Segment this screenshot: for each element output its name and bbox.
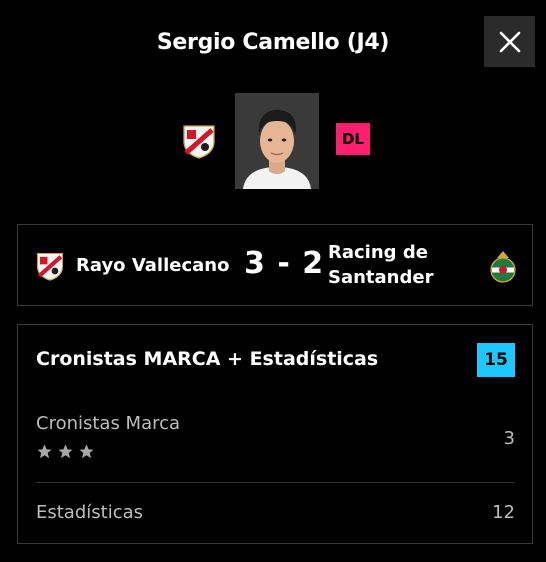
star-icon xyxy=(37,444,52,459)
match-score: 3 - 2 xyxy=(244,246,325,281)
position-badge: DL xyxy=(336,123,370,155)
score-breakdown-title: Cronistas MARCA + Estadísticas xyxy=(36,348,379,370)
estadisticas-value: 12 xyxy=(492,502,515,523)
cronistas-label: Cronistas Marca xyxy=(36,413,181,434)
home-team-name: Rayo Vallecano xyxy=(76,255,230,276)
close-icon xyxy=(499,31,520,52)
away-team-name-line2: Santander xyxy=(328,267,434,288)
player-photo xyxy=(235,93,319,189)
score-breakdown: Cronistas MARCA + Estadísticas 15 Cronis… xyxy=(17,324,533,544)
total-points-badge: 15 xyxy=(477,343,515,377)
star-icon xyxy=(58,444,73,459)
away-team-crest xyxy=(490,251,516,283)
estadisticas-label: Estadísticas xyxy=(36,502,144,523)
away-team-name-line1: Racing de xyxy=(328,242,428,263)
away-team-name: Racing de Santander xyxy=(328,240,468,290)
star-icon xyxy=(79,444,94,459)
cronistas-value: 3 xyxy=(503,428,515,449)
match-result: Rayo Vallecano 3 - 2 Racing de Santander xyxy=(17,224,533,306)
cronistas-stars xyxy=(36,443,95,460)
close-button[interactable] xyxy=(484,16,535,67)
player-header: DL xyxy=(0,93,546,189)
divider xyxy=(36,482,515,483)
page-title: Sergio Camello (J4) xyxy=(156,30,390,55)
home-team-crest xyxy=(36,252,64,281)
rayo-vallecano-crest xyxy=(183,125,215,159)
